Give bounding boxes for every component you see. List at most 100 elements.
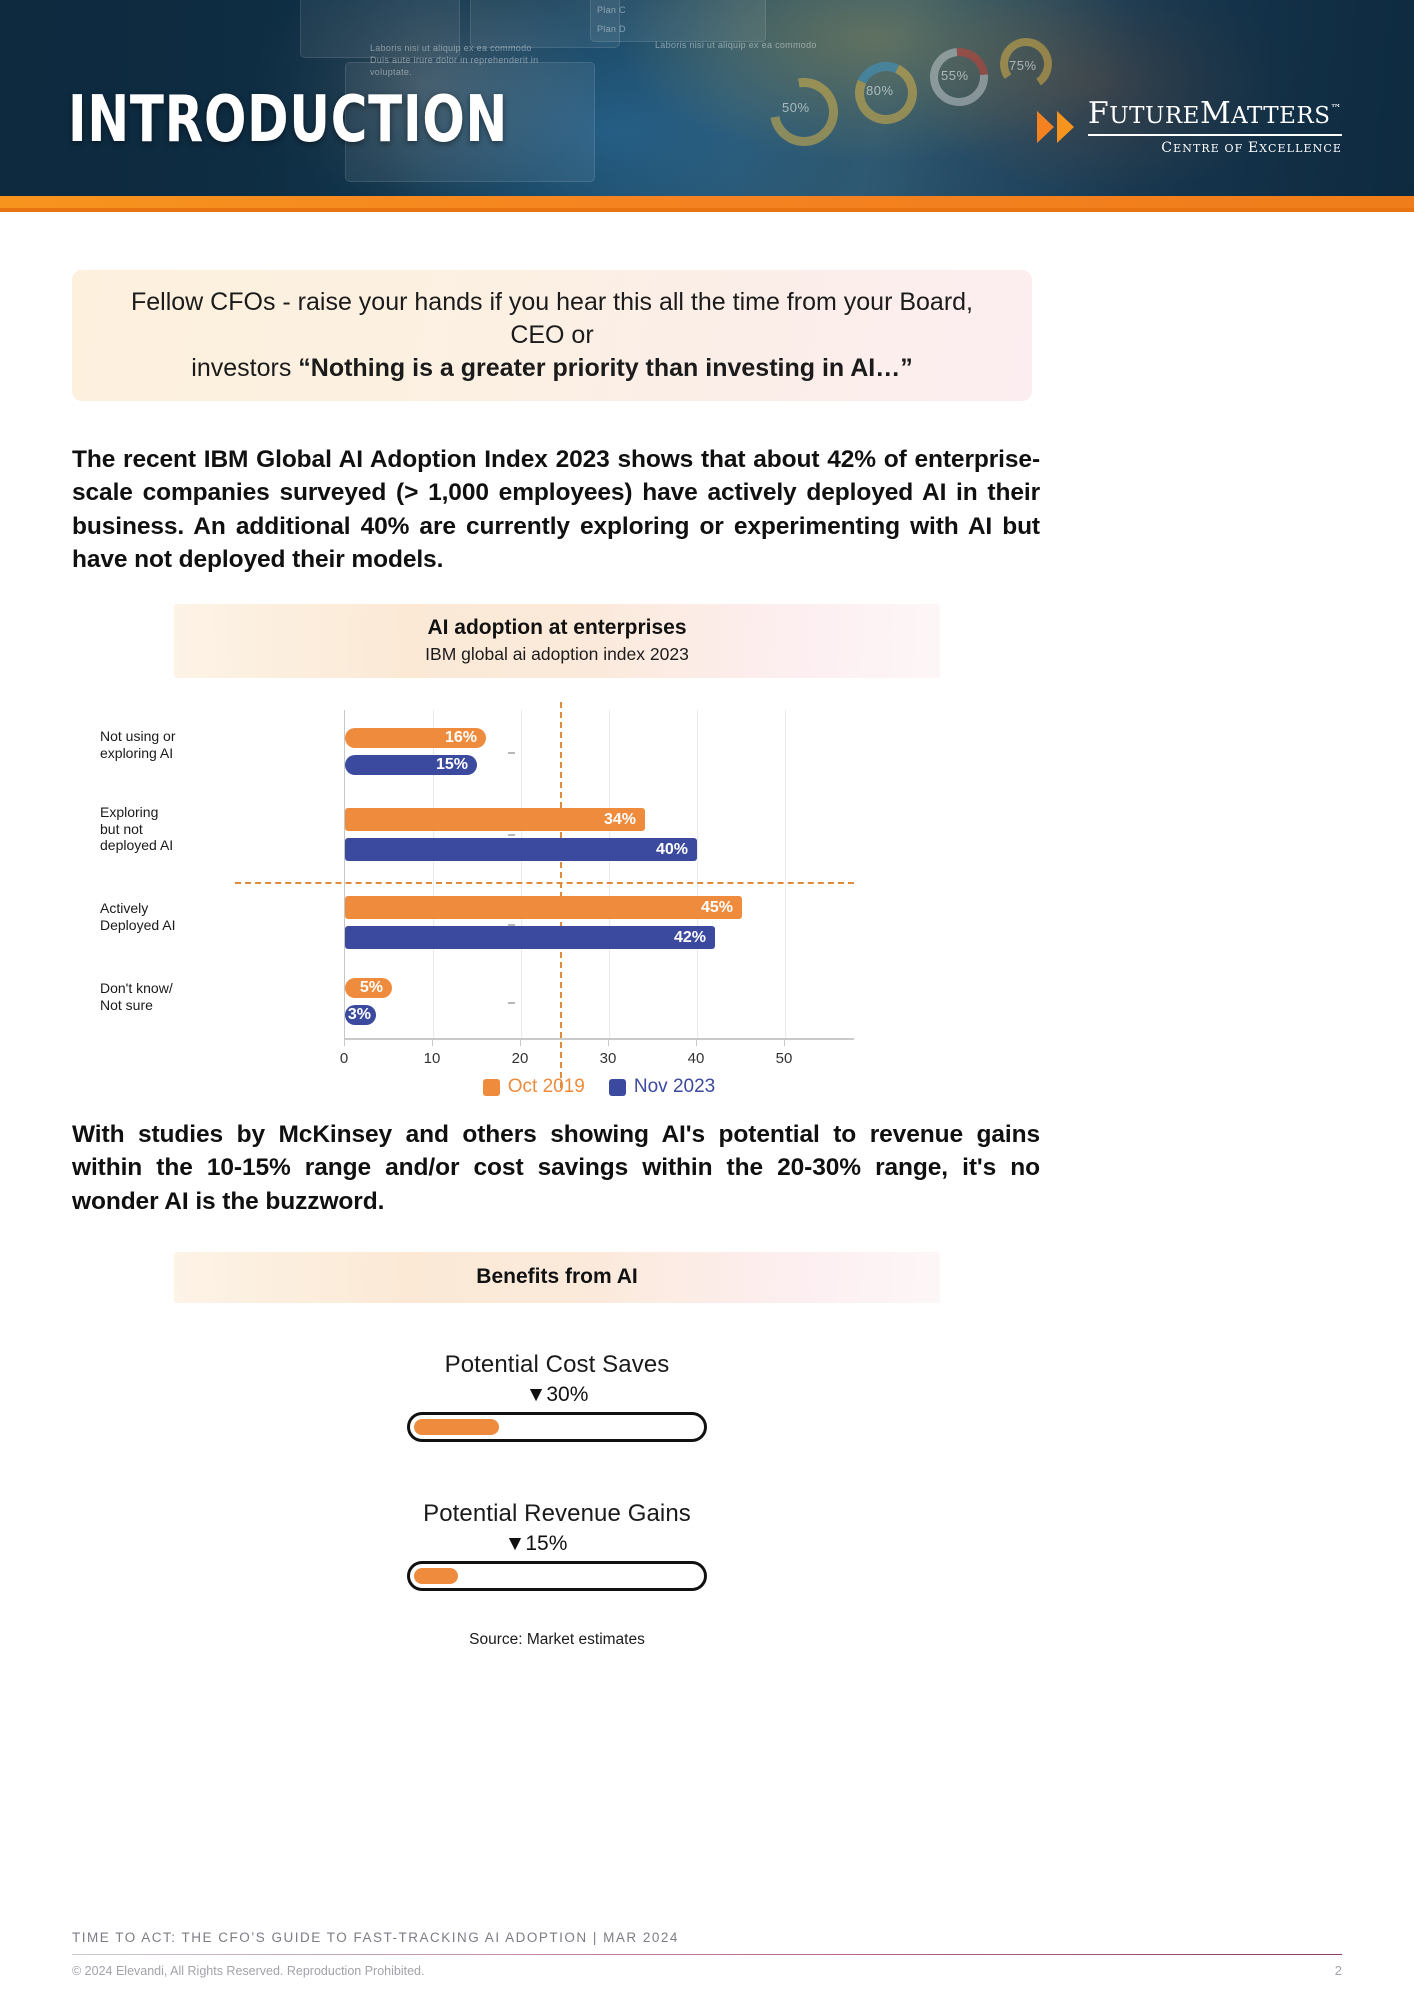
cat1-line1: Not using or [100,728,176,745]
cat2-line2: but not [100,820,143,837]
chart-category-tick-4 [508,1002,515,1004]
logo-tagline-xcellence: XCELLENCE [1259,141,1342,155]
logo-tagline-c: C [1161,139,1174,156]
bar-nov2023-cat1: 15% [345,755,477,776]
logo-arrows-icon [1036,111,1074,144]
cat4-line1: Don't know/ [100,980,173,997]
chart-header-band: AI adoption at enterprises IBM global ai… [174,604,940,679]
xtick-50 [784,1038,785,1047]
benefits-source-note: Source: Market estimates [469,1631,645,1649]
body-paragraph-1: The recent IBM Global AI Adoption Index … [72,446,1040,573]
bar-oct2019-cat1: 16% [345,728,486,749]
gauge-marker-cost-saves: ▼30% [525,1383,589,1407]
arrow-icon-2 [1056,111,1074,144]
logo-tagline-entre-of: ENTRE OF [1173,141,1248,155]
callout-quote-box: Fellow CFOs - raise your hands if you he… [72,270,1032,401]
xtick-label-0: 0 [339,1050,349,1068]
benefits-from-ai-section: Benefits from AI Potential Cost Saves ▼3… [174,1252,940,1592]
benefits-header-band: Benefits from AI [174,1252,940,1304]
gauge-label-revenue-gains: Potential Revenue Gains [423,1500,691,1528]
chart-category-label-1: Not using or exploring AI [100,728,250,761]
quote-line-2-bold: “Nothing is a greater priority than inve… [298,354,913,382]
chart-plot-area: Not using or exploring AI 16% 15% Explor… [100,702,940,1100]
gauge-track-cost-saves [407,1412,707,1443]
footer-document-title: TIME TO ACT: THE CFO’S GUIDE TO FAST-TRA… [72,1930,679,1945]
chart-title: AI adoption at enterprises [427,616,687,640]
cat3-line2: Deployed AI [100,916,176,933]
bar-nov2023-cat3: 42% [345,926,715,950]
chart-category-label-3: Actively Deployed AI [100,900,250,933]
legend-swatch-oct2019 [482,1078,500,1096]
gauge-potential-cost-saves: Potential Cost Saves ▼30% [174,1351,940,1443]
banner-plan-c-label: Plan C [597,5,626,15]
logo-text-block: FUTUREMATTERS™ CENTRE OF EXCELLENCE [1087,99,1342,156]
banner-donut-label-75: 75% [1009,58,1037,73]
chart-legend: Oct 2019 Nov 2023 [344,1076,854,1098]
bar-oct2019-cat2: 34% [345,808,645,832]
xtick-40 [696,1038,697,1047]
logo-atters: ATTERS [1231,103,1331,129]
xtick-label-20: 20 [511,1050,529,1068]
benefits-title: Benefits from AI [476,1265,638,1289]
legend-label-nov2023: Nov 2023 [633,1076,716,1098]
banner-plan-d-label: Plan D [597,24,626,34]
gridline-40 [697,710,698,1039]
logo-m: M [1199,96,1232,131]
footer-copyright: © 2024 Elevandi, All Rights Reserved. Re… [72,1964,425,1978]
bar-oct2019-cat3: 45% [345,896,742,920]
bar-nov2023-cat2: 40% [345,838,697,862]
gauge-label-cost-saves: Potential Cost Saves [444,1351,670,1379]
legend-swatch-nov2023 [608,1078,626,1096]
banner-donut-label-80: 80% [866,83,894,98]
logo-divider [1087,134,1342,136]
gridline-30 [609,710,610,1039]
gauge-fill-revenue-gains [414,1568,458,1585]
logo-uture: UTURE [1109,103,1200,129]
page-header-banner: Plan C Plan D Laboris nisi ut aliquip ex… [0,0,1414,212]
footer-page-number: 2 [1334,1963,1342,1978]
banner-accent-bar [0,196,1414,212]
banner-caption-left: Laboris nisi ut aliquip ex ea commodo Du… [370,43,539,78]
cat3-line1: Actively [100,900,149,917]
logo-tagline: CENTRE OF EXCELLENCE [1161,140,1342,156]
xtick-10 [432,1038,433,1047]
cat2-line1: Exploring [100,804,159,821]
page-title: INTRODUCTION [68,83,509,157]
gridline-50 [785,710,786,1039]
cat1-line2: exploring AI [100,744,174,761]
xtick-label-30: 30 [599,1050,617,1068]
page-content: Fellow CFOs - raise your hands if you he… [0,270,1414,1649]
logo-wordmark: FUTUREMATTERS™ [1088,99,1342,129]
body-paragraph-2: With studies by McKinsey and others show… [72,1121,1040,1215]
logo-tagline-e: E [1247,139,1260,156]
banner-donut-label-55: 55% [941,68,969,83]
banner-donut-label-50: 50% [782,100,810,115]
page-footer: TIME TO ACT: THE CFO’S GUIDE TO FAST-TRA… [0,1930,1414,2000]
vertical-reference-line [560,702,562,1089]
chart-subtitle: IBM global ai adoption index 2023 [425,643,689,664]
legend-item-nov2023: Nov 2023 [608,1076,716,1098]
cat4-line2: Not sure [100,996,153,1013]
quote-line-1: Fellow CFOs - raise your hands if you he… [131,288,973,349]
gridline-20 [521,710,522,1039]
gauge-track-revenue-gains [407,1561,707,1592]
ai-adoption-chart: AI adoption at enterprises IBM global ai… [100,604,940,1100]
chart-category-label-2: Exploring but not deployed AI [100,804,250,854]
chart-category-label-4: Don't know/ Not sure [100,980,250,1013]
horizontal-reference-line [235,882,854,885]
legend-item-oct2019: Oct 2019 [482,1076,585,1098]
gauge-marker-revenue-gains: ▼15% [504,1532,568,1556]
bar-nov2023-cat4: 3% [345,1005,376,1026]
xtick-20 [520,1038,521,1047]
banner-caption-right: Laboris nisi ut aliquip ex ea commodo [655,40,817,50]
logo-trademark: ™ [1330,102,1342,115]
xtick-label-10: 10 [423,1050,441,1068]
xtick-label-50: 50 [775,1050,793,1068]
quote-line-2-plain: investors [191,354,299,382]
chart-axes: Not using or exploring AI 16% 15% Explor… [100,702,854,1089]
cat2-line3: deployed AI [100,837,174,854]
logo-f: F [1087,96,1110,131]
chart-category-tick-1 [508,752,515,754]
chart-category-tick-2 [508,834,515,836]
futurematters-logo: FUTUREMATTERS™ CENTRE OF EXCELLENCE [1036,99,1342,156]
